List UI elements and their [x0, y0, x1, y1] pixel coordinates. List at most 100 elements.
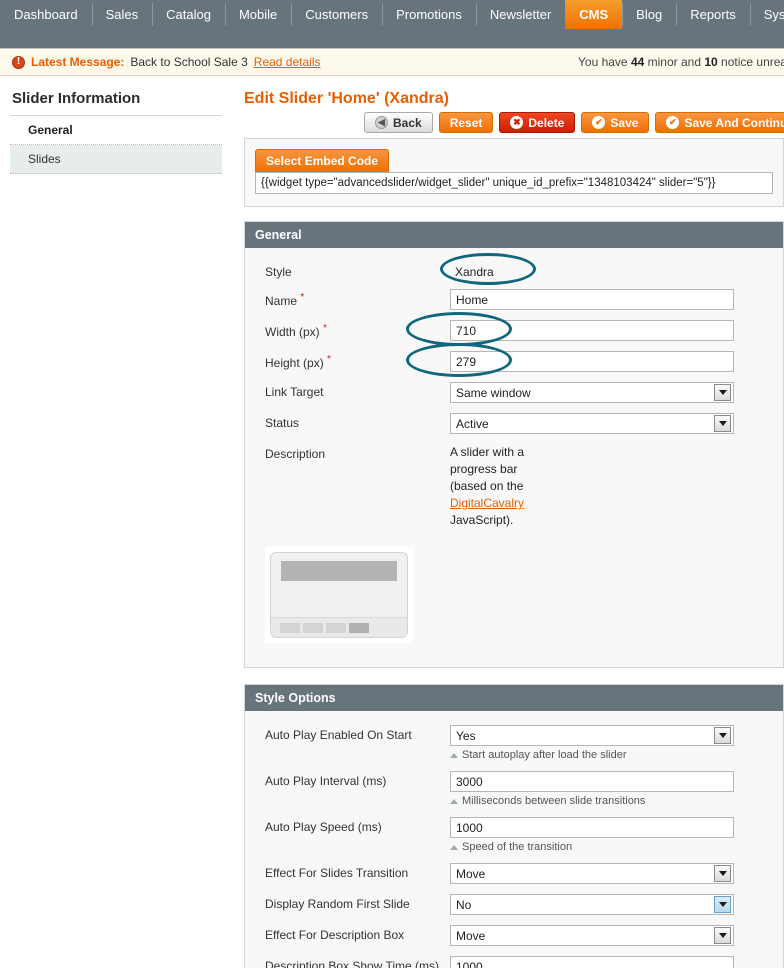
field-row-link-target: Link Target Same window — [245, 382, 773, 403]
hint-text: Speed of the transition — [462, 841, 573, 853]
auto-play-speed-label: Auto Play Speed (ms) — [265, 820, 382, 834]
effect-description-box-label: Effect For Description Box — [265, 928, 405, 942]
link-target-selected-value: Same window — [456, 385, 531, 400]
link-target-value-wrap: Same window — [450, 382, 773, 403]
effect-slides-transition-select[interactable]: Move — [450, 863, 734, 884]
check-icon: ✔ — [666, 116, 680, 129]
nav-item-cms[interactable]: CMS — [565, 0, 623, 29]
field-row-display-random-first-slide: Display Random First Slide No — [245, 894, 773, 915]
auto-play-interval-wrap: Milliseconds between slide transitions — [450, 771, 773, 807]
nav-item-reports[interactable]: Reports — [676, 0, 750, 29]
auto-play-interval-input[interactable] — [450, 771, 734, 792]
embed-code-field[interactable]: {{widget type="advancedslider/widget_sli… — [255, 172, 773, 194]
field-row-description-box-show-time: Description Box Show Time (ms) — [245, 956, 773, 968]
thumbnail-frame — [270, 552, 408, 638]
delete-button[interactable]: ✖ Delete — [499, 112, 576, 133]
nav-item-mobile[interactable]: Mobile — [224, 0, 291, 29]
display-random-first-slide-label: Display Random First Slide — [265, 897, 410, 911]
nav-item-customers[interactable]: Customers — [291, 0, 382, 29]
name-label-text: Name — [265, 294, 298, 308]
nav-item-label: Catalog — [166, 7, 211, 22]
field-row-effect-slides-transition: Effect For Slides Transition Move — [245, 863, 773, 884]
nav-item-newsletter[interactable]: Newsletter — [475, 0, 565, 29]
link-target-select[interactable]: Same window — [450, 382, 734, 403]
digitalcavalry-link[interactable]: DigitalCavalry — [450, 496, 524, 510]
auto-play-interval-hint: Milliseconds between slide transitions — [450, 795, 773, 807]
chevron-down-icon[interactable] — [714, 727, 731, 744]
auto-play-enabled-hint: Start autoplay after load the slider — [450, 749, 773, 761]
description-box-show-time-label: Description Box Show Time (ms) — [265, 959, 440, 968]
nav-item-system[interactable]: Syst — [749, 0, 784, 29]
auto-play-enabled-selected-value: Yes — [456, 728, 476, 743]
auto-play-speed-input[interactable] — [450, 817, 734, 838]
sidebar-item-slides[interactable]: Slides — [10, 145, 222, 174]
name-input[interactable] — [450, 289, 734, 310]
chevron-down-icon[interactable] — [714, 896, 731, 913]
description-value-wrap: A slider with a progress bar (based on t… — [450, 444, 773, 529]
auto-play-speed-wrap: Speed of the transition — [450, 817, 773, 853]
chevron-down-icon[interactable] — [714, 384, 731, 401]
description-thumbnail-row — [245, 539, 773, 643]
select-embed-code-button[interactable]: Select Embed Code — [255, 149, 390, 172]
delete-x-icon: ✖ — [510, 116, 524, 129]
link-target-label: Link Target — [265, 385, 324, 399]
nav-item-blog[interactable]: Blog — [622, 0, 676, 29]
nav-item-label: Mobile — [238, 7, 278, 22]
nav-item-label: Newsletter — [489, 7, 552, 22]
thumbnail-dot-active — [349, 622, 369, 633]
sidebar-title: Slider Information — [10, 90, 222, 116]
display-random-first-slide-select[interactable]: No — [450, 894, 734, 915]
nav-item-label: Dashboard — [14, 7, 78, 22]
page-body: Slider Information General Slides Edit S… — [0, 76, 784, 968]
unread-messages-counter: You have 44 minor and 10 notice unread m — [578, 55, 784, 69]
nav-item-catalog[interactable]: Catalog — [152, 0, 225, 29]
height-label-text: Height (px) — [265, 356, 324, 370]
auto-play-enabled-select[interactable]: Yes — [450, 725, 734, 746]
save-and-continue-button[interactable]: ✔ Save And Continue E — [655, 112, 784, 133]
nav-item-label: Sales — [105, 7, 139, 22]
width-label-text: Width (px) — [265, 325, 320, 339]
hint-text: Start autoplay after load the slider — [462, 749, 627, 761]
embed-code-panel: Select Embed Code {{widget type="advance… — [244, 138, 784, 207]
effect-description-box-select[interactable]: Move — [450, 925, 734, 946]
latest-message-bar: ! Latest Message: Back to School Sale 3 … — [0, 48, 784, 76]
latest-message-label: Latest Message: — [31, 55, 125, 69]
sidebar-item-label: General — [28, 123, 73, 137]
reset-button[interactable]: Reset — [438, 112, 494, 133]
thumbnail-dot — [326, 622, 346, 633]
slider-preview-thumbnail — [265, 547, 413, 643]
save-button[interactable]: ✔ Save — [581, 112, 650, 133]
warning-icon: ! — [12, 55, 25, 69]
nav-item-label: CMS — [579, 7, 609, 22]
status-selected-value: Active — [456, 416, 489, 431]
page-header: Edit Slider 'Home' (Xandra) ◀ Back Reset… — [244, 90, 784, 138]
thumbnail-dot — [280, 622, 300, 633]
chevron-down-icon[interactable] — [714, 865, 731, 882]
save-and-continue-button-label: Save And Continue E — [684, 115, 784, 130]
thumbnail-pagination — [271, 617, 407, 637]
description-text: A slider with a progress bar (based on t… — [450, 444, 550, 529]
auto-play-interval-label: Auto Play Interval (ms) — [265, 774, 387, 788]
chevron-down-icon[interactable] — [714, 415, 731, 432]
height-input[interactable] — [450, 351, 734, 372]
sidebar-item-general[interactable]: General — [10, 116, 222, 145]
field-row-auto-play-speed: Auto Play Speed (ms) Speed of the transi… — [245, 817, 773, 853]
back-button-label: Back — [393, 115, 422, 130]
description-box-show-time-input[interactable] — [450, 956, 734, 968]
nav-item-promotions[interactable]: Promotions — [382, 0, 476, 29]
effect-description-box-wrap: Move — [450, 925, 773, 946]
minor-count: 44 — [630, 55, 645, 69]
width-input[interactable] — [450, 320, 734, 341]
status-label: Status — [265, 416, 300, 430]
status-select[interactable]: Active — [450, 413, 734, 434]
notice-count: 10 — [704, 55, 718, 69]
field-row-auto-play-enabled: Auto Play Enabled On Start Yes Start aut… — [245, 725, 773, 761]
nav-item-dashboard[interactable]: Dashboard — [0, 0, 92, 29]
back-button[interactable]: ◀ Back — [364, 112, 433, 133]
auto-play-enabled-wrap: Yes Start autoplay after load the slider — [450, 725, 773, 761]
nav-item-sales[interactable]: Sales — [91, 0, 153, 29]
general-fieldset-heading: General — [245, 222, 783, 248]
chevron-down-icon[interactable] — [714, 927, 731, 944]
height-value-wrap — [406, 343, 773, 377]
read-details-link[interactable]: Read details — [254, 55, 321, 69]
